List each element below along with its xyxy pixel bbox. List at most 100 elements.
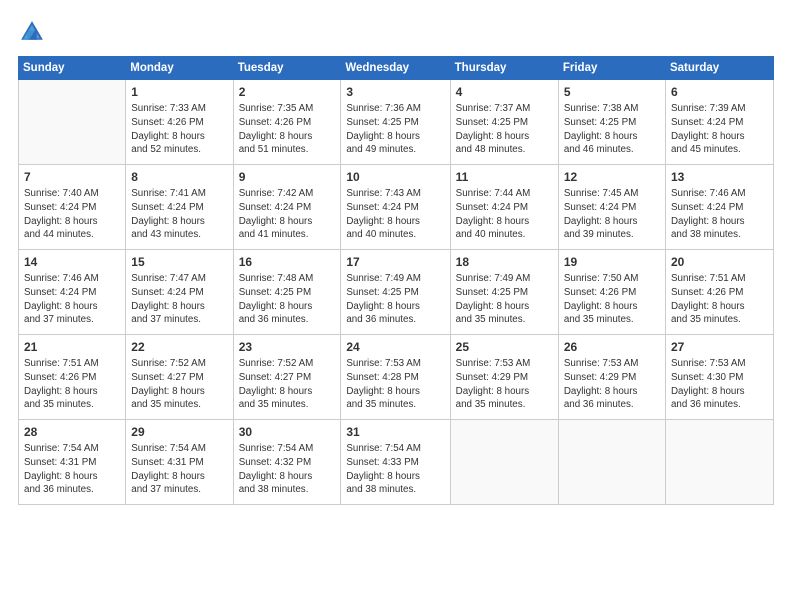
day-info: Sunrise: 7:33 AM Sunset: 4:26 PM Dayligh…	[131, 102, 227, 157]
calendar-cell: 27Sunrise: 7:53 AM Sunset: 4:30 PM Dayli…	[665, 335, 773, 420]
day-info: Sunrise: 7:52 AM Sunset: 4:27 PM Dayligh…	[239, 357, 336, 412]
day-info: Sunrise: 7:45 AM Sunset: 4:24 PM Dayligh…	[564, 187, 660, 242]
calendar-cell: 6Sunrise: 7:39 AM Sunset: 4:24 PM Daylig…	[665, 80, 773, 165]
header	[18, 18, 774, 46]
day-number: 10	[346, 169, 444, 185]
day-info: Sunrise: 7:46 AM Sunset: 4:24 PM Dayligh…	[24, 272, 120, 327]
calendar-cell: 25 Sunrise: 7:53 AM Sunset: 4:29 PM Dayli…	[450, 335, 558, 420]
day-info: Sunrise: 7:36 AM Sunset: 4:25 PM Dayligh…	[346, 102, 444, 157]
calendar-cell: 12 Sunrise: 7:45 AM Sunset: 4:24 PM Dayli…	[558, 165, 665, 250]
day-number: 2	[239, 84, 336, 100]
day-number: 5	[564, 84, 660, 100]
day-number: 7	[24, 169, 120, 185]
day-number: 8	[131, 169, 227, 185]
day-number: 17	[346, 254, 444, 270]
calendar-cell: 13Sunrise: 7:46 AM Sunset: 4:24 PM Dayli…	[665, 165, 773, 250]
calendar-cell: 7 Sunrise: 7:40 AM Sunset: 4:24 PM Daylig…	[19, 165, 126, 250]
page: SundayMondayTuesdayWednesdayThursdayFrid…	[0, 0, 792, 612]
calendar-cell: 22 Sunrise: 7:52 AM Sunset: 4:27 PM Dayli…	[126, 335, 233, 420]
calendar-cell: 5 Sunrise: 7:38 AM Sunset: 4:25 PM Daylig…	[558, 80, 665, 165]
weekday-wednesday: Wednesday	[341, 57, 450, 80]
weekday-monday: Monday	[126, 57, 233, 80]
day-number: 28	[24, 424, 120, 440]
day-number: 12	[564, 169, 660, 185]
day-info: Sunrise: 7:48 AM Sunset: 4:25 PM Dayligh…	[239, 272, 336, 327]
day-info: Sunrise: 7:35 AM Sunset: 4:26 PM Dayligh…	[239, 102, 336, 157]
week-row-3: 14 Sunrise: 7:46 AM Sunset: 4:24 PM Dayli…	[19, 250, 774, 335]
weekday-tuesday: Tuesday	[233, 57, 341, 80]
day-info: Sunrise: 7:44 AM Sunset: 4:24 PM Dayligh…	[456, 187, 553, 242]
calendar-cell: 11 Sunrise: 7:44 AM Sunset: 4:24 PM Dayli…	[450, 165, 558, 250]
day-number: 4	[456, 84, 553, 100]
day-info: Sunrise: 7:37 AM Sunset: 4:25 PM Dayligh…	[456, 102, 553, 157]
day-info: Sunrise: 7:49 AM Sunset: 4:25 PM Dayligh…	[456, 272, 553, 327]
calendar-cell	[665, 420, 773, 505]
logo	[18, 18, 50, 46]
calendar-cell: 31 Sunrise: 7:54 AM Sunset: 4:33 PM Dayli…	[341, 420, 450, 505]
day-number: 13	[671, 169, 768, 185]
day-number: 16	[239, 254, 336, 270]
day-info: Sunrise: 7:51 AM Sunset: 4:26 PM Dayligh…	[24, 357, 120, 412]
day-info: Sunrise: 7:38 AM Sunset: 4:25 PM Dayligh…	[564, 102, 660, 157]
calendar-cell: 15 Sunrise: 7:47 AM Sunset: 4:24 PM Dayli…	[126, 250, 233, 335]
day-number: 15	[131, 254, 227, 270]
day-info: Sunrise: 7:53 AM Sunset: 4:28 PM Dayligh…	[346, 357, 444, 412]
calendar-cell: 17Sunrise: 7:49 AM Sunset: 4:25 PM Dayli…	[341, 250, 450, 335]
day-number: 11	[456, 169, 553, 185]
day-info: Sunrise: 7:43 AM Sunset: 4:24 PM Dayligh…	[346, 187, 444, 242]
calendar-cell: 1 Sunrise: 7:33 AM Sunset: 4:26 PM Daylig…	[126, 80, 233, 165]
day-number: 30	[239, 424, 336, 440]
day-number: 18	[456, 254, 553, 270]
calendar-cell: 10 Sunrise: 7:43 AM Sunset: 4:24 PM Dayli…	[341, 165, 450, 250]
calendar-cell	[450, 420, 558, 505]
day-number: 21	[24, 339, 120, 355]
calendar-cell: 8 Sunrise: 7:41 AM Sunset: 4:24 PM Daylig…	[126, 165, 233, 250]
calendar-cell	[558, 420, 665, 505]
day-info: Sunrise: 7:54 AM Sunset: 4:31 PM Dayligh…	[24, 442, 120, 497]
day-info: Sunrise: 7:54 AM Sunset: 4:33 PM Dayligh…	[346, 442, 444, 497]
day-info: Sunrise: 7:51 AM Sunset: 4:26 PM Dayligh…	[671, 272, 768, 327]
day-number: 23	[239, 339, 336, 355]
day-info: Sunrise: 7:47 AM Sunset: 4:24 PM Dayligh…	[131, 272, 227, 327]
weekday-header-row: SundayMondayTuesdayWednesdayThursdayFrid…	[19, 57, 774, 80]
calendar-cell: 16 Sunrise: 7:48 AM Sunset: 4:25 PM Dayli…	[233, 250, 341, 335]
day-number: 9	[239, 169, 336, 185]
week-row-4: 21 Sunrise: 7:51 AM Sunset: 4:26 PM Dayli…	[19, 335, 774, 420]
day-number: 26	[564, 339, 660, 355]
day-info: Sunrise: 7:53 AM Sunset: 4:29 PM Dayligh…	[456, 357, 553, 412]
calendar: SundayMondayTuesdayWednesdayThursdayFrid…	[18, 56, 774, 505]
day-info: Sunrise: 7:42 AM Sunset: 4:24 PM Dayligh…	[239, 187, 336, 242]
day-number: 29	[131, 424, 227, 440]
day-number: 6	[671, 84, 768, 100]
day-info: Sunrise: 7:41 AM Sunset: 4:24 PM Dayligh…	[131, 187, 227, 242]
day-number: 25	[456, 339, 553, 355]
week-row-5: 28 Sunrise: 7:54 AM Sunset: 4:31 PM Dayli…	[19, 420, 774, 505]
day-number: 22	[131, 339, 227, 355]
day-number: 20	[671, 254, 768, 270]
calendar-cell: 19Sunrise: 7:50 AM Sunset: 4:26 PM Dayli…	[558, 250, 665, 335]
calendar-cell: 4 Sunrise: 7:37 AM Sunset: 4:25 PM Daylig…	[450, 80, 558, 165]
calendar-cell: 14 Sunrise: 7:46 AM Sunset: 4:24 PM Dayli…	[19, 250, 126, 335]
calendar-cell: 29 Sunrise: 7:54 AM Sunset: 4:31 PM Dayli…	[126, 420, 233, 505]
day-info: Sunrise: 7:53 AM Sunset: 4:30 PM Dayligh…	[671, 357, 768, 412]
day-info: Sunrise: 7:40 AM Sunset: 4:24 PM Dayligh…	[24, 187, 120, 242]
day-info: Sunrise: 7:52 AM Sunset: 4:27 PM Dayligh…	[131, 357, 227, 412]
weekday-thursday: Thursday	[450, 57, 558, 80]
day-number: 31	[346, 424, 444, 440]
week-row-2: 7 Sunrise: 7:40 AM Sunset: 4:24 PM Daylig…	[19, 165, 774, 250]
calendar-cell: 18 Sunrise: 7:49 AM Sunset: 4:25 PM Dayli…	[450, 250, 558, 335]
logo-icon	[18, 18, 46, 46]
day-info: Sunrise: 7:54 AM Sunset: 4:32 PM Dayligh…	[239, 442, 336, 497]
day-info: Sunrise: 7:53 AM Sunset: 4:29 PM Dayligh…	[564, 357, 660, 412]
calendar-cell	[19, 80, 126, 165]
calendar-cell: 3 Sunrise: 7:36 AM Sunset: 4:25 PM Daylig…	[341, 80, 450, 165]
day-number: 1	[131, 84, 227, 100]
day-number: 3	[346, 84, 444, 100]
day-info: Sunrise: 7:54 AM Sunset: 4:31 PM Dayligh…	[131, 442, 227, 497]
calendar-cell: 20 Sunrise: 7:51 AM Sunset: 4:26 PM Dayli…	[665, 250, 773, 335]
week-row-1: 1 Sunrise: 7:33 AM Sunset: 4:26 PM Daylig…	[19, 80, 774, 165]
calendar-cell: 30 Sunrise: 7:54 AM Sunset: 4:32 PM Dayli…	[233, 420, 341, 505]
calendar-cell: 9 Sunrise: 7:42 AM Sunset: 4:24 PM Daylig…	[233, 165, 341, 250]
day-number: 14	[24, 254, 120, 270]
calendar-cell: 23 Sunrise: 7:52 AM Sunset: 4:27 PM Dayli…	[233, 335, 341, 420]
